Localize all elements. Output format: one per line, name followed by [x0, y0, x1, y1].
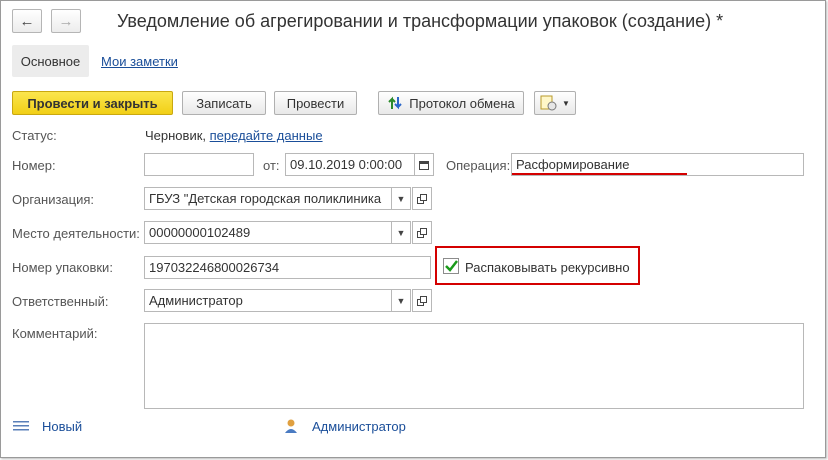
document-gear-icon [540, 95, 557, 111]
user-icon [285, 419, 297, 433]
date-field[interactable]: 09.10.2019 0:00:00 [285, 153, 415, 176]
arrow-right-icon: → [58, 12, 74, 30]
organization-field[interactable]: ГБУЗ "Детская городская поликлиника [144, 187, 392, 210]
responsible-open-button[interactable] [412, 289, 432, 312]
organization-label: Организация: [12, 192, 95, 207]
package-number-field[interactable]: 197032246800026734 [144, 256, 431, 279]
responsible-dropdown-button[interactable]: ▼ [391, 289, 411, 312]
open-window-icon [417, 193, 427, 204]
status-value: Черновик, [145, 128, 207, 143]
organization-open-button[interactable] [412, 187, 432, 210]
window-title: Уведомление об агрегировании и трансформ… [117, 11, 724, 31]
exchange-log-label: Протокол обмена [409, 95, 515, 111]
chevron-down-icon: ▼ [396, 295, 406, 306]
tab-main[interactable]: Основное [12, 45, 89, 77]
responsible-label: Ответственный: [12, 294, 109, 309]
operation-label: Операция: [446, 158, 511, 173]
place-label: Место деятельности: [12, 226, 140, 241]
post-button[interactable]: Провести [274, 91, 357, 115]
place-field[interactable]: 00000000102489 [144, 221, 392, 244]
list-icon [13, 421, 29, 431]
send-data-link[interactable]: передайте данные [210, 128, 323, 143]
status-label: Статус: [12, 128, 57, 143]
print-menu-button[interactable]: ▼ [534, 91, 576, 115]
post-and-close-button[interactable]: Провести и закрыть [12, 91, 173, 115]
tab-my-notes[interactable]: Мои заметки [101, 54, 178, 69]
responsible-field[interactable]: Администратор [144, 289, 392, 312]
author-link[interactable]: Администратор [312, 419, 406, 434]
recursive-label[interactable]: Распаковывать рекурсивно [465, 260, 630, 275]
organization-dropdown-button[interactable]: ▼ [391, 187, 411, 210]
calendar-icon [419, 160, 429, 170]
exchange-log-button[interactable]: Протокол обмена [378, 91, 524, 115]
comment-label: Комментарий: [12, 326, 98, 341]
new-status-link[interactable]: Новый [42, 419, 82, 434]
place-dropdown-button[interactable]: ▼ [391, 221, 411, 244]
number-label: Номер: [12, 158, 56, 173]
forward-button[interactable]: → [51, 9, 81, 33]
comment-textarea[interactable] [144, 323, 804, 409]
chevron-down-icon: ▼ [396, 193, 406, 204]
chevron-down-icon: ▼ [562, 98, 570, 108]
place-open-button[interactable] [412, 221, 432, 244]
back-button[interactable]: ← [12, 9, 42, 33]
number-field[interactable] [144, 153, 254, 176]
exchange-arrows-icon [388, 96, 402, 110]
calendar-button[interactable] [414, 153, 434, 176]
recursive-checkbox[interactable] [443, 258, 459, 274]
operation-highlight-underline [512, 173, 687, 175]
chevron-down-icon: ▼ [396, 227, 406, 238]
save-button[interactable]: Записать [182, 91, 266, 115]
checkmark-icon [445, 260, 458, 272]
open-window-icon [417, 227, 427, 238]
date-label: от: [263, 158, 280, 173]
package-number-label: Номер упаковки: [12, 260, 113, 275]
window-frame: ← → Уведомление об агрегировании и транс… [0, 0, 826, 458]
arrow-left-icon: ← [19, 12, 35, 30]
open-window-icon [417, 295, 427, 306]
